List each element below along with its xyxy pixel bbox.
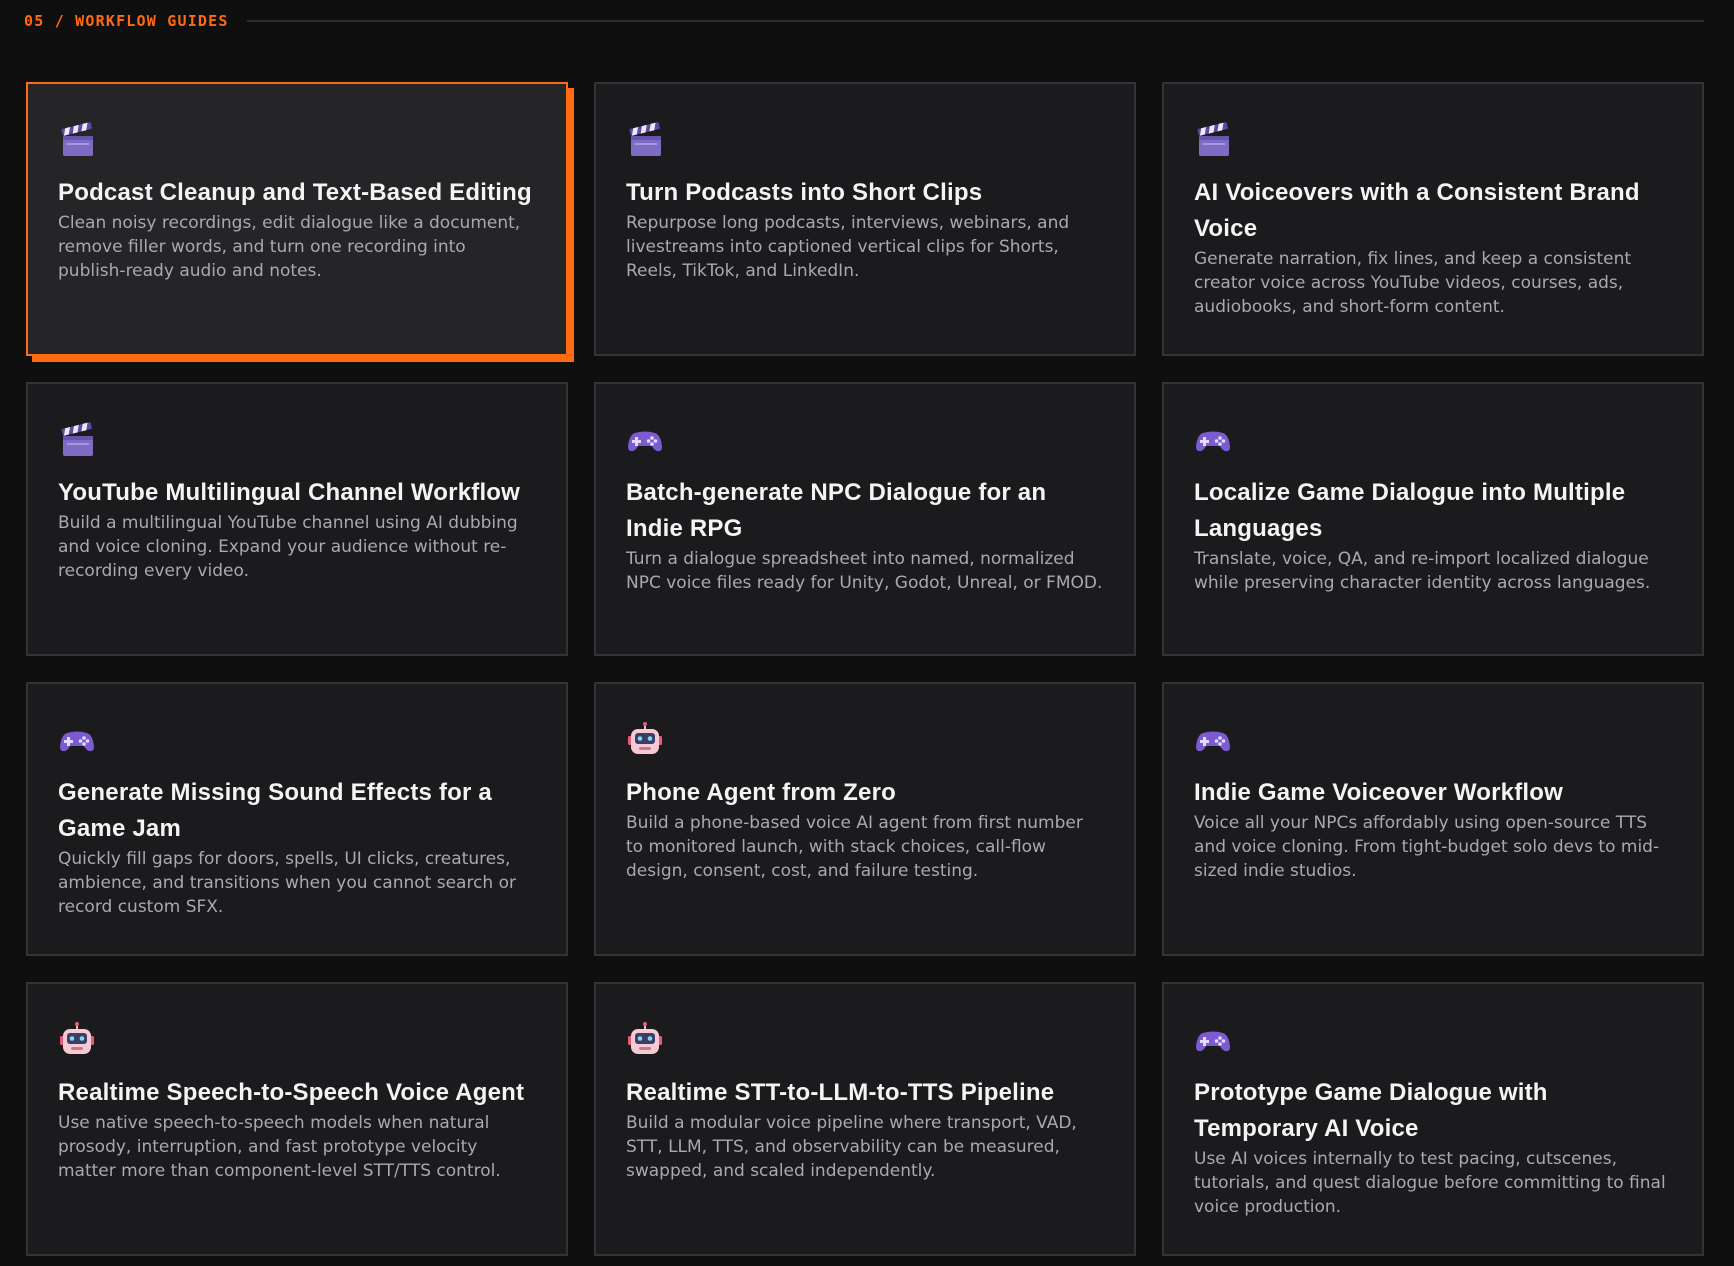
card-description: Turn a dialogue spreadsheet into named, … bbox=[626, 549, 1103, 593]
card-title: Indie Game Voiceover Workflow bbox=[1194, 779, 1564, 806]
card-title: Prototype Game Dialogue with Temporary A… bbox=[1194, 1079, 1548, 1142]
guide-card[interactable]: AI Voiceovers with a Consistent Brand Vo… bbox=[1162, 82, 1704, 356]
guide-card[interactable]: Realtime Speech-to-Speech Voice Agent Us… bbox=[26, 982, 568, 1256]
guide-card[interactable]: Generate Missing Sound Effects for a Gam… bbox=[26, 682, 568, 956]
card-title: YouTube Multilingual Channel Workflow bbox=[58, 479, 521, 506]
robot-icon bbox=[58, 1021, 96, 1059]
card-title: Realtime STT-to-LLM-to-TTS Pipeline bbox=[626, 1079, 1055, 1106]
card-title: Batch-generate NPC Dialogue for an Indie… bbox=[626, 479, 1047, 542]
guide-card[interactable]: Batch-generate NPC Dialogue for an Indie… bbox=[594, 382, 1136, 656]
clapperboard-icon bbox=[626, 121, 664, 159]
gamepad-icon bbox=[1194, 421, 1232, 459]
gamepad-icon bbox=[626, 421, 664, 459]
card-description: Quickly fill gaps for doors, spells, UI … bbox=[58, 849, 516, 917]
guide-card[interactable]: YouTube Multilingual Channel Workflow Bu… bbox=[26, 382, 568, 656]
card-description: Translate, voice, QA, and re-import loca… bbox=[1194, 549, 1651, 593]
guide-card[interactable]: Prototype Game Dialogue with Temporary A… bbox=[1162, 982, 1704, 1256]
card-title: Turn Podcasts into Short Clips bbox=[626, 179, 983, 206]
guide-card[interactable]: Podcast Cleanup and Text-Based Editing C… bbox=[26, 82, 568, 356]
card-title: Podcast Cleanup and Text-Based Editing bbox=[58, 179, 532, 206]
card-description: Clean noisy recordings, edit dialogue li… bbox=[58, 213, 521, 281]
gamepad-icon bbox=[58, 721, 96, 759]
section-label: 05 / WORKFLOW GUIDES bbox=[24, 12, 229, 30]
section-header: 05 / WORKFLOW GUIDES bbox=[24, 10, 1704, 32]
clapperboard-icon bbox=[58, 421, 96, 459]
section-divider bbox=[246, 20, 1704, 22]
gamepad-icon bbox=[1194, 1021, 1232, 1059]
gamepad-icon bbox=[1194, 721, 1232, 759]
guide-card[interactable]: Turn Podcasts into Short Clips Repurpose… bbox=[594, 82, 1136, 356]
card-description: Build a multilingual YouTube channel usi… bbox=[58, 513, 518, 581]
guide-card[interactable]: Indie Game Voiceover Workflow Voice all … bbox=[1162, 682, 1704, 956]
clapperboard-icon bbox=[1194, 121, 1232, 159]
card-title: Localize Game Dialogue into Multiple Lan… bbox=[1194, 479, 1626, 542]
card-title: Generate Missing Sound Effects for a Gam… bbox=[58, 779, 492, 842]
card-description: Generate narration, fix lines, and keep … bbox=[1194, 249, 1632, 317]
card-title: Realtime Speech-to-Speech Voice Agent bbox=[58, 1079, 525, 1106]
card-description: Build a modular voice pipeline where tra… bbox=[626, 1113, 1077, 1181]
card-description: Build a phone-based voice AI agent from … bbox=[626, 813, 1083, 881]
guide-card[interactable]: Realtime STT-to-LLM-to-TTS Pipeline Buil… bbox=[594, 982, 1136, 1256]
workflow-guides-grid: Podcast Cleanup and Text-Based Editing C… bbox=[26, 82, 1704, 1256]
card-description: Use native speech-to-speech models when … bbox=[58, 1113, 501, 1181]
robot-icon bbox=[626, 1021, 664, 1059]
guide-card[interactable]: Localize Game Dialogue into Multiple Lan… bbox=[1162, 382, 1704, 656]
card-title: Phone Agent from Zero bbox=[626, 779, 896, 806]
card-description: Repurpose long podcasts, interviews, web… bbox=[626, 213, 1070, 281]
clapperboard-icon bbox=[58, 121, 96, 159]
robot-icon bbox=[626, 721, 664, 759]
card-description: Use AI voices internally to test pacing,… bbox=[1194, 1149, 1666, 1217]
card-description: Voice all your NPCs affordably using ope… bbox=[1194, 813, 1660, 881]
guide-card[interactable]: Phone Agent from Zero Build a phone-base… bbox=[594, 682, 1136, 956]
card-title: AI Voiceovers with a Consistent Brand Vo… bbox=[1194, 179, 1640, 242]
